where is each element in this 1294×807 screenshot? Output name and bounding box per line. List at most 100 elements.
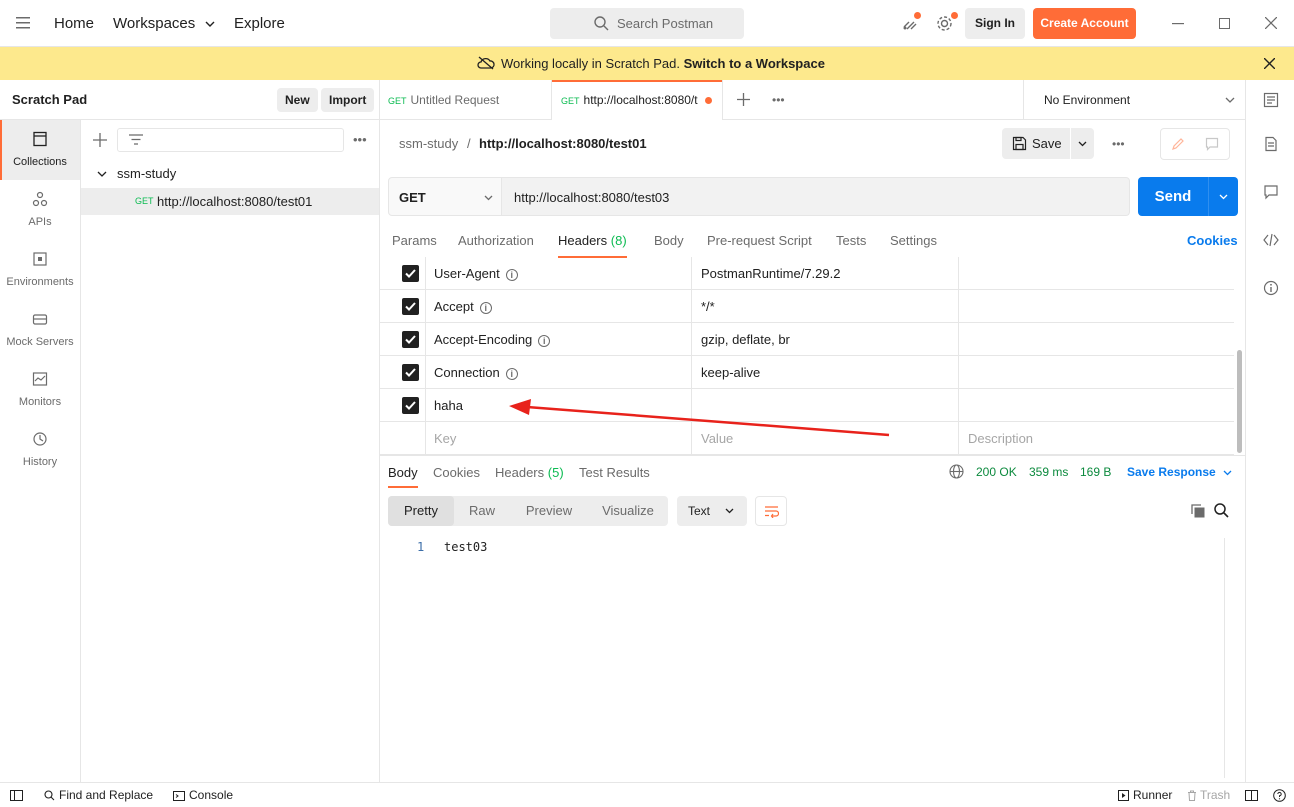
response-time[interactable]: 359 ms bbox=[1029, 457, 1068, 488]
tabs-more-icon[interactable]: ••• bbox=[772, 93, 785, 107]
add-collection-icon[interactable] bbox=[93, 133, 107, 147]
header-key-cell[interactable]: Accept i bbox=[434, 290, 492, 323]
more-options-icon[interactable]: ••• bbox=[353, 133, 367, 147]
tab-authorization[interactable]: Authorization bbox=[458, 224, 534, 258]
request-item-test01[interactable]: GET http://localhost:8080/test01 bbox=[81, 188, 379, 215]
tab-active-request[interactable]: GET http://localhost:8080/t bbox=[551, 80, 723, 120]
new-header-description-input[interactable]: Description bbox=[968, 422, 1033, 455]
wrap-lines-button[interactable] bbox=[755, 496, 787, 526]
collection-ssm-study[interactable]: ssm-study bbox=[81, 160, 379, 188]
breadcrumb-request-name[interactable]: http://localhost:8080/test01 bbox=[479, 128, 647, 160]
hamburger-menu-icon[interactable] bbox=[16, 17, 30, 29]
close-banner-icon[interactable] bbox=[1264, 58, 1275, 69]
minimize-window-icon[interactable] bbox=[1172, 23, 1184, 25]
sign-in-button[interactable]: Sign In bbox=[965, 8, 1025, 39]
info-icon[interactable]: i bbox=[505, 367, 518, 380]
response-size[interactable]: 169 B bbox=[1080, 457, 1111, 488]
nav-explore[interactable]: Explore bbox=[234, 0, 285, 47]
code-snippet-icon[interactable] bbox=[1263, 232, 1279, 248]
import-button[interactable]: Import bbox=[321, 88, 375, 112]
comments-icon[interactable] bbox=[1263, 184, 1279, 200]
save-button[interactable]: Save bbox=[1002, 128, 1070, 159]
two-pane-view-icon[interactable] bbox=[1245, 790, 1258, 801]
create-account-button[interactable]: Create Account bbox=[1033, 8, 1136, 39]
runner[interactable]: Runner bbox=[1118, 783, 1172, 807]
tab-body[interactable]: Body bbox=[654, 224, 684, 258]
find-and-replace[interactable]: Find and Replace bbox=[44, 783, 153, 807]
search-input[interactable]: Search Postman bbox=[550, 8, 744, 39]
info-icon[interactable] bbox=[1263, 280, 1279, 296]
documentation-icon[interactable] bbox=[1263, 136, 1279, 152]
new-tab-plus-icon[interactable] bbox=[737, 93, 750, 106]
rail-apis[interactable]: APIs bbox=[0, 180, 80, 240]
header-enabled-checkbox[interactable] bbox=[402, 265, 419, 282]
response-tab-test-results[interactable]: Test Results bbox=[579, 457, 650, 488]
tab-settings[interactable]: Settings bbox=[890, 224, 937, 258]
toggle-sidebar-icon[interactable] bbox=[10, 790, 23, 801]
breadcrumb-collection[interactable]: ssm-study bbox=[399, 128, 458, 160]
info-icon[interactable]: i bbox=[505, 268, 518, 281]
header-value-cell[interactable]: */* bbox=[701, 290, 715, 323]
headers-scrollbar[interactable] bbox=[1237, 350, 1242, 453]
header-value-cell[interactable]: keep-alive bbox=[701, 356, 760, 389]
search-response-icon[interactable] bbox=[1214, 503, 1229, 518]
rail-history[interactable]: History bbox=[0, 420, 80, 480]
trash[interactable]: Trash bbox=[1187, 783, 1230, 807]
header-key-cell[interactable]: Accept-Encoding i bbox=[434, 323, 551, 356]
header-value-cell[interactable]: gzip, deflate, br bbox=[701, 323, 790, 356]
copy-icon[interactable] bbox=[1190, 503, 1206, 519]
settings-gear-icon[interactable] bbox=[936, 15, 953, 32]
rail-environments[interactable]: Environments bbox=[0, 240, 80, 300]
rail-monitors[interactable]: Monitors bbox=[0, 360, 80, 420]
tab-pre-request-script[interactable]: Pre-request Script bbox=[707, 224, 812, 258]
comment-icon[interactable] bbox=[1205, 137, 1219, 151]
save-response-dropdown[interactable]: Save Response bbox=[1127, 457, 1232, 488]
header-enabled-checkbox[interactable] bbox=[402, 298, 419, 315]
header-enabled-checkbox[interactable] bbox=[402, 364, 419, 381]
rail-collections[interactable]: Collections bbox=[0, 120, 80, 180]
save-options-dropdown[interactable] bbox=[1071, 128, 1094, 159]
filter-collections-input[interactable] bbox=[117, 128, 344, 152]
pencil-icon[interactable] bbox=[1171, 137, 1185, 151]
header-key-cell[interactable]: haha bbox=[434, 389, 463, 422]
close-window-icon[interactable] bbox=[1265, 17, 1277, 29]
maximize-window-icon[interactable] bbox=[1219, 18, 1230, 29]
new-header-key-input[interactable]: Key bbox=[434, 422, 456, 455]
globe-icon[interactable] bbox=[949, 464, 964, 479]
view-preview[interactable]: Preview bbox=[510, 496, 588, 526]
header-enabled-checkbox[interactable] bbox=[402, 331, 419, 348]
rail-mock-servers[interactable]: Mock Servers bbox=[0, 300, 80, 360]
console[interactable]: Console bbox=[173, 783, 233, 807]
header-enabled-checkbox[interactable] bbox=[402, 397, 419, 414]
environment-quick-look-icon[interactable] bbox=[1263, 92, 1279, 108]
view-raw[interactable]: Raw bbox=[454, 496, 510, 526]
response-scrollbar[interactable] bbox=[1224, 538, 1238, 778]
view-visualize[interactable]: Visualize bbox=[588, 496, 668, 526]
send-options-dropdown[interactable] bbox=[1208, 177, 1238, 216]
view-pretty[interactable]: Pretty bbox=[388, 496, 454, 526]
tab-headers[interactable]: Headers (8) bbox=[558, 224, 627, 258]
nav-home[interactable]: Home bbox=[54, 0, 94, 47]
request-more-icon[interactable]: ••• bbox=[1112, 137, 1125, 151]
tab-untitled-request[interactable]: GET Untitled Request bbox=[388, 80, 551, 120]
header-value-cell[interactable]: PostmanRuntime/7.29.2 bbox=[701, 257, 840, 290]
response-format-select[interactable]: Text bbox=[677, 496, 747, 526]
request-url-input[interactable]: http://localhost:8080/test03 bbox=[502, 177, 1130, 216]
info-icon[interactable]: i bbox=[479, 301, 492, 314]
tab-params[interactable]: Params bbox=[392, 224, 437, 258]
tab-tests[interactable]: Tests bbox=[836, 224, 866, 258]
info-icon[interactable]: i bbox=[538, 334, 551, 347]
response-tab-body[interactable]: Body bbox=[388, 457, 418, 488]
header-key-cell[interactable]: Connection i bbox=[434, 356, 518, 389]
response-tab-cookies[interactable]: Cookies bbox=[433, 457, 480, 488]
send-button[interactable]: Send bbox=[1138, 177, 1208, 216]
http-method-select[interactable]: GET bbox=[388, 177, 502, 216]
nav-workspaces[interactable]: Workspaces bbox=[113, 0, 215, 47]
new-button[interactable]: New bbox=[277, 88, 318, 112]
environment-select[interactable]: No Environment bbox=[1023, 80, 1245, 120]
help-icon[interactable] bbox=[1273, 789, 1286, 802]
response-tab-headers[interactable]: Headers (5) bbox=[495, 457, 564, 488]
cookies-link[interactable]: Cookies bbox=[1187, 224, 1238, 258]
header-key-cell[interactable]: User-Agent i bbox=[434, 257, 518, 290]
response-status[interactable]: 200 OK bbox=[976, 457, 1017, 488]
